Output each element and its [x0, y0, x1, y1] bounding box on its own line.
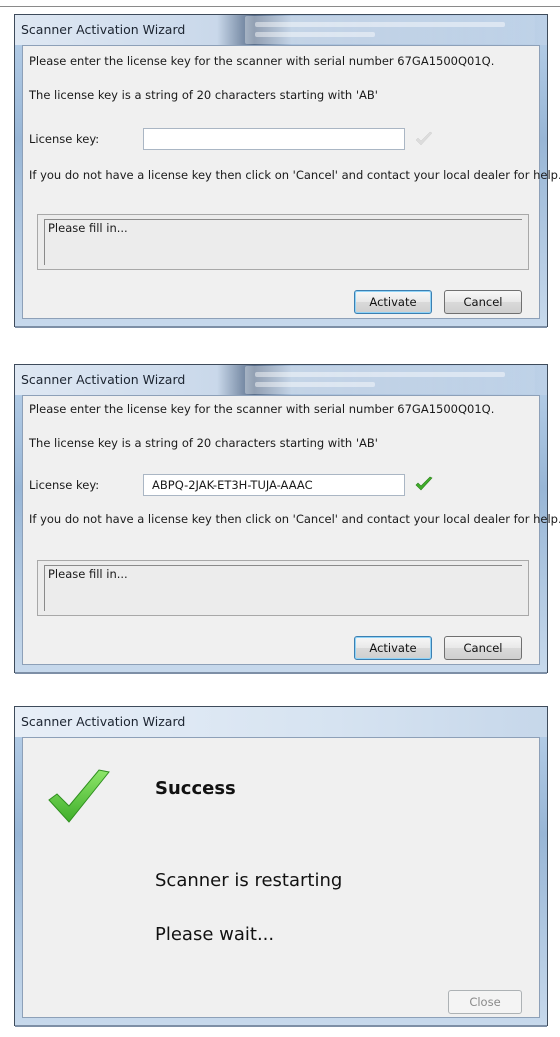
- cancel-button[interactable]: Cancel: [444, 636, 522, 660]
- format-hint-text: The license key is a string of 20 charac…: [29, 88, 378, 102]
- dialog-body: Please enter the license key for the sca…: [22, 45, 560, 319]
- status-box: Please fill in...: [37, 560, 529, 616]
- checkmark-icon: [415, 476, 433, 491]
- window-title: Scanner Activation Wizard: [21, 372, 186, 387]
- close-button[interactable]: Close: [448, 990, 522, 1014]
- prompt-text: Please enter the license key for the sca…: [29, 54, 495, 68]
- title-bar[interactable]: Scanner Activation Wizard: [15, 365, 547, 395]
- status-text: Please fill in...: [48, 567, 128, 581]
- title-bar[interactable]: Scanner Activation Wizard: [15, 15, 547, 45]
- activate-button[interactable]: Activate: [354, 636, 432, 660]
- success-checkmark-icon: [48, 769, 110, 823]
- restart-message: Scanner is restarting: [155, 870, 343, 891]
- wait-message: Please wait...: [155, 924, 275, 945]
- dialog-body: Success Scanner is restarting Please wai…: [22, 737, 540, 1018]
- license-key-label: License key:: [29, 132, 100, 146]
- status-box: Please fill in...: [37, 214, 529, 270]
- title-bar[interactable]: Scanner Activation Wizard: [15, 707, 547, 737]
- help-text: If you do not have a license key then cl…: [29, 512, 560, 526]
- success-dialog: Scanner Activation Wizard Success Scanne…: [14, 706, 548, 1027]
- window-title: Scanner Activation Wizard: [21, 714, 186, 729]
- background-notification-ghost: [245, 16, 535, 44]
- success-heading: Success: [155, 778, 236, 799]
- help-text: If you do not have a license key then cl…: [29, 168, 560, 182]
- status-text: Please fill in...: [48, 221, 128, 235]
- activate-button[interactable]: Activate: [354, 290, 432, 314]
- license-key-label: License key:: [29, 478, 100, 492]
- prompt-text: Please enter the license key for the sca…: [29, 402, 495, 416]
- checkmark-icon: [415, 131, 433, 146]
- dialog-body: Please enter the license key for the sca…: [22, 395, 560, 665]
- format-hint-text: The license key is a string of 20 charac…: [29, 436, 378, 450]
- top-divider: [0, 6, 560, 7]
- activation-dialog-filled: Scanner Activation Wizard Please enter t…: [14, 364, 560, 674]
- cancel-button[interactable]: Cancel: [444, 290, 522, 314]
- license-key-input[interactable]: [143, 474, 405, 496]
- background-notification-ghost: [245, 366, 535, 394]
- activation-dialog-empty: Scanner Activation Wizard Please enter t…: [14, 14, 560, 328]
- license-key-input[interactable]: [143, 128, 405, 150]
- window-title: Scanner Activation Wizard: [21, 22, 186, 37]
